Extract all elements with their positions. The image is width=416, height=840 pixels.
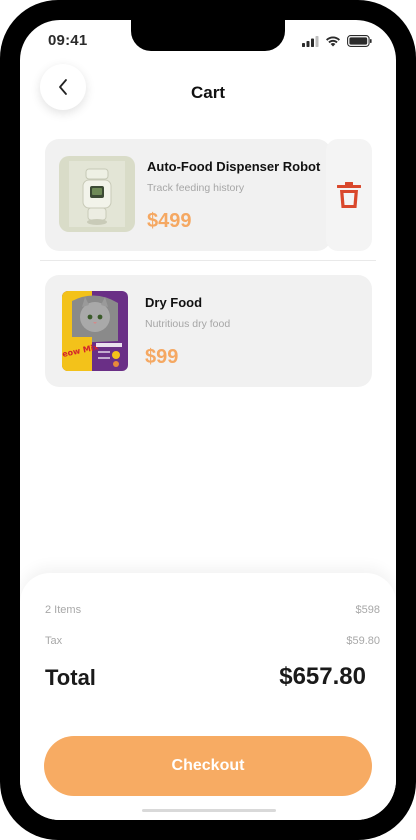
screen: 09:41 Cart Auto-Food Dispenser Robot Tra… (20, 20, 396, 820)
page-title: Cart (190, 83, 225, 102)
delete-item-button[interactable] (326, 139, 372, 251)
item-name: Auto-Food Dispenser Robot (147, 159, 321, 174)
signal-icon (302, 35, 319, 47)
home-indicator (142, 809, 276, 812)
item-price: $499 (147, 210, 192, 232)
item-subtitle: Nutritious dry food (145, 318, 231, 330)
tax-value: $59.80 (346, 635, 380, 647)
items-subtotal: $598 (355, 604, 380, 616)
status-time: 09:41 (48, 32, 88, 49)
battery-icon (347, 35, 372, 47)
wifi-icon (326, 36, 340, 47)
notch (131, 20, 285, 51)
status-icons (302, 35, 372, 47)
total-label: Total (45, 665, 96, 690)
tax-label: Tax (45, 635, 63, 647)
total-value: $657.80 (279, 663, 366, 690)
phone-frame: 09:41 Cart Auto-Food Dispenser Robot Tra… (0, 0, 416, 840)
cart-item[interactable]: Auto-Food Dispenser Robot Track feeding … (45, 139, 331, 251)
cart-item[interactable]: Meow Mix Dry Food Nutritious dry food $9… (45, 275, 372, 387)
divider (40, 260, 376, 261)
item-subtitle: Track feeding history (147, 182, 245, 194)
meow-mix-bag-image: Meow Mix (62, 291, 128, 371)
items-count-label: 2 Items (45, 604, 82, 616)
checkout-button[interactable]: Checkout (44, 736, 372, 796)
item-price: $99 (145, 346, 179, 368)
food-dispenser-robot-image (59, 156, 135, 232)
trash-icon (337, 182, 361, 208)
item-name: Dry Food (145, 295, 203, 310)
